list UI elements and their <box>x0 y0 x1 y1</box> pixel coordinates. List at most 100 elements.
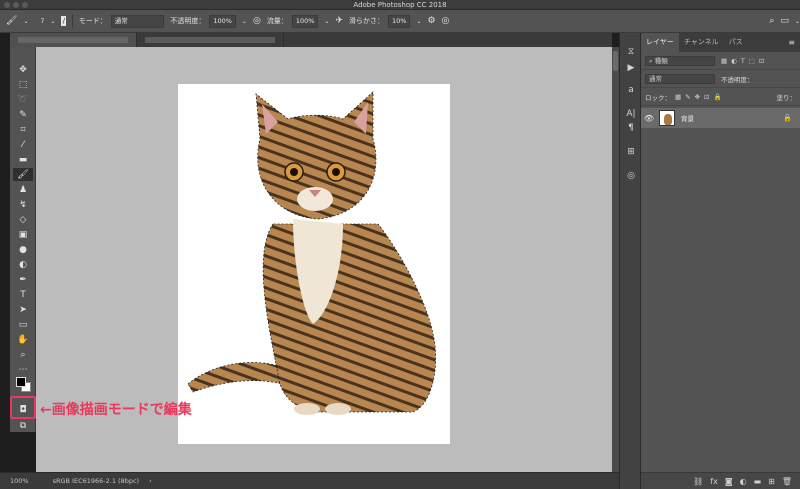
hand-tool-icon[interactable]: ✋ <box>13 333 33 346</box>
history-brush-tool-icon[interactable]: ↯ <box>13 198 33 211</box>
character-panel-icon[interactable]: a <box>623 83 639 97</box>
opacity-label: 不透明度： <box>721 75 754 84</box>
layer-row-background[interactable]: 👁 背景 🔒 <box>641 108 800 128</box>
blurred-filename <box>145 37 275 43</box>
title-bar: Adobe Photoshop CC 2018 <box>0 0 800 10</box>
chevron-down-icon[interactable]: ⌄ <box>23 18 28 25</box>
chevron-down-icon[interactable]: ⌄ <box>50 18 55 25</box>
chevron-down-icon[interactable]: ⌄ <box>416 18 421 25</box>
layers-panel: レイヤー チャンネル パス ≡ ⌕ 種類 ▦◐T⬚⊡ 通常 不透明度： ロック：… <box>641 33 800 489</box>
fill-label: 塗り： <box>776 93 797 102</box>
lock-icons[interactable]: ▦✎✥⊡🔒 <box>675 93 726 101</box>
quick-selection-tool-icon[interactable]: ✎ <box>13 108 33 121</box>
flow-field[interactable]: 100% <box>291 14 319 28</box>
airbrush-icon[interactable]: ✈ <box>335 16 343 26</box>
screen-mode-icon[interactable]: ⧉ <box>13 419 33 432</box>
lock-icon: 🔒 <box>783 114 792 122</box>
chevron-down-icon[interactable]: ⌄ <box>795 18 800 25</box>
link-layers-icon[interactable]: ⛓ <box>693 477 703 486</box>
brush-panel-toggle-icon[interactable]: / <box>61 16 67 26</box>
type-tool-icon[interactable]: T <box>13 288 33 301</box>
layer-name[interactable]: 背景 <box>681 113 694 123</box>
eye-icon[interactable]: 👁 <box>641 114 657 123</box>
brush-size-preview[interactable]: 7 <box>40 18 44 25</box>
new-group-icon[interactable]: ▬ <box>754 477 762 486</box>
layer-filter-icons[interactable]: ▦◐T⬚⊡ <box>721 57 768 65</box>
brush-tool-preset-icon[interactable]: 🖌 <box>6 16 17 26</box>
lasso-tool-icon[interactable]: ➰ <box>13 93 33 106</box>
smoothing-field[interactable]: 10% <box>387 14 411 28</box>
properties-panel-icon[interactable]: ⊞ <box>623 145 639 159</box>
chevron-down-icon[interactable]: ⌄ <box>324 18 329 25</box>
tab-layers[interactable]: レイヤー <box>641 33 679 52</box>
tab-paths[interactable]: パス <box>724 33 748 52</box>
pen-tool-icon[interactable]: ✒ <box>13 273 33 286</box>
status-menu-arrow-icon[interactable]: › <box>149 477 152 485</box>
panel-dock: ⧖ ▶ a A| ¶ ⊞ ◎ <box>619 33 641 489</box>
paragraph-panel-icon[interactable]: A| <box>623 107 639 121</box>
history-panel-icon[interactable]: ⧖ <box>623 45 639 59</box>
rectangle-tool-icon[interactable]: ▭ <box>13 318 33 331</box>
layer-thumbnail <box>659 110 675 126</box>
layer-filter-row: ⌕ 種類 ▦◐T⬚⊡ <box>641 52 800 70</box>
app-title: Adobe Photoshop CC 2018 <box>353 1 447 9</box>
move-tool-icon[interactable]: ✥ <box>13 63 33 76</box>
document-canvas[interactable] <box>178 84 450 444</box>
mode-label: モード： <box>78 17 107 25</box>
brush-tool-icon[interactable]: 🖌 <box>13 168 33 181</box>
eyedropper-tool-icon[interactable]: ⁄ <box>13 138 33 151</box>
foreground-color-swatch[interactable] <box>16 377 26 387</box>
lock-row: ロック： ▦✎✥⊡🔒 塗り： <box>641 88 800 106</box>
gradient-tool-icon[interactable]: ▣ <box>13 228 33 241</box>
document-tab-active[interactable] <box>10 33 137 47</box>
opacity-field[interactable]: 100% <box>209 14 236 28</box>
vertical-scrollbar[interactable] <box>612 47 619 472</box>
workspace-icon[interactable]: ▭ <box>780 16 789 26</box>
pilcrow-icon[interactable]: ¶ <box>623 121 639 135</box>
document-tabs <box>10 33 612 47</box>
panel-menu-icon[interactable]: ≡ <box>788 38 795 47</box>
smoothing-label: 滑らかさ： <box>348 17 384 25</box>
pressure-size-icon[interactable]: ◎ <box>442 16 450 26</box>
libraries-panel-icon[interactable]: ◎ <box>623 169 639 183</box>
tools-panel: ✥ ⬚ ➰ ✎ ⌗ ⁄ ▬ 🖌 ♟ ↯ ◇ ▣ ● ◐ ✒ T ➤ ▭ ✋ ⌕ … <box>10 47 36 432</box>
clone-stamp-tool-icon[interactable]: ♟ <box>13 183 33 196</box>
gear-icon[interactable]: ⚙ <box>427 16 435 26</box>
tab-channels[interactable]: チャンネル <box>679 33 724 52</box>
trash-icon[interactable]: 🗑 <box>782 477 792 486</box>
marquee-tool-icon[interactable]: ⬚ <box>13 78 33 91</box>
search-icon[interactable]: ⌕ <box>769 16 774 26</box>
zoom-level[interactable]: 100% <box>10 477 29 485</box>
pressure-opacity-icon[interactable]: ◎ <box>253 16 261 26</box>
new-layer-icon[interactable]: ⊞ <box>768 477 775 486</box>
blend-row: 通常 不透明度： <box>641 70 800 88</box>
adjustment-layer-icon[interactable]: ◐ <box>740 477 747 486</box>
blend-mode-select[interactable]: 通常 <box>645 73 715 84</box>
add-mask-icon[interactable]: ◙ <box>725 477 733 486</box>
chevron-down-icon[interactable]: ⌄ <box>242 18 247 25</box>
options-bar: 🖌 ⌄ 7 ⌄ / モード： 通常 不透明度： 100% ⌄ ◎ 流量： 100… <box>0 10 800 33</box>
document-tab[interactable] <box>137 33 284 47</box>
fx-icon[interactable]: fx <box>710 477 718 486</box>
zoom-tool-icon[interactable]: ⌕ <box>13 348 33 361</box>
blur-tool-icon[interactable]: ● <box>13 243 33 256</box>
callout-label: ←画像描画モードで編集 <box>40 402 192 418</box>
blurred-filename <box>18 37 128 43</box>
divider <box>72 14 73 28</box>
scrollbar-thumb[interactable] <box>613 51 618 71</box>
status-bar: 100% sRGB IEC61966-2.1 (8bpc) › <box>0 472 620 489</box>
crop-tool-icon[interactable]: ⌗ <box>13 123 33 136</box>
layer-filter-placeholder: 種類 <box>654 56 668 65</box>
healing-brush-tool-icon[interactable]: ▬ <box>13 153 33 166</box>
more-tools-icon[interactable]: ⋯ <box>13 363 33 376</box>
path-selection-tool-icon[interactable]: ➤ <box>13 303 33 316</box>
dodge-tool-icon[interactable]: ◐ <box>13 258 33 271</box>
layer-filter-select[interactable]: ⌕ 種類 <box>645 55 715 66</box>
eraser-tool-icon[interactable]: ◇ <box>13 213 33 226</box>
flow-label: 流量： <box>266 17 288 25</box>
cat-photo <box>187 91 436 415</box>
mode-select[interactable]: 通常 <box>110 14 165 28</box>
lock-label: ロック： <box>645 93 671 102</box>
opacity-label: 不透明度： <box>170 17 206 25</box>
actions-panel-icon[interactable]: ▶ <box>623 61 639 75</box>
